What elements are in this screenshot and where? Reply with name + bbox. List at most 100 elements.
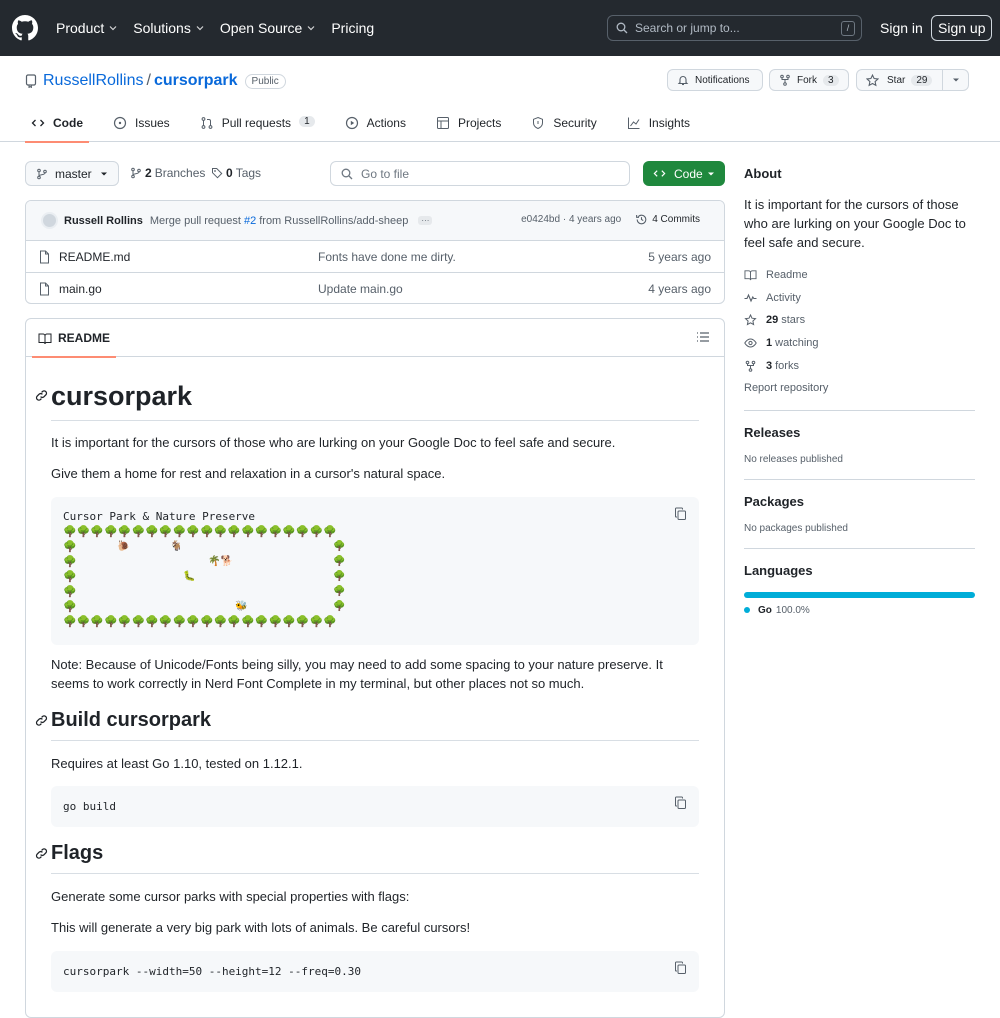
readme-tab[interactable]: README (31, 331, 117, 358)
packages-heading[interactable]: Packages (744, 494, 975, 509)
repo-tabs: Code Issues Pull requests 1 Actions Proje… (25, 112, 714, 143)
sign-up-button[interactable]: Sign up (931, 15, 993, 41)
git-pull-request-icon (200, 116, 214, 130)
copy-icon[interactable] (674, 796, 687, 810)
code-button-label: Code (674, 166, 703, 181)
commit-message-suffix[interactable]: from RussellRollins/add-sheep (259, 215, 408, 227)
tab-code[interactable]: Code (25, 112, 89, 143)
tab-actions[interactable]: Actions (339, 112, 412, 142)
sign-in-link[interactable]: Sign in (880, 20, 923, 36)
nav-solutions[interactable]: Solutions (133, 20, 205, 36)
watchers-link[interactable]: 1 watching (744, 332, 975, 355)
commit-message[interactable]: Merge pull request (150, 215, 241, 227)
book-icon (744, 269, 757, 281)
readme-link[interactable]: Readme (744, 264, 975, 287)
global-search-input[interactable]: Search or jump to... / (607, 15, 862, 41)
language-percent: 100.0% (775, 604, 810, 616)
book-icon (38, 332, 52, 345)
build-command: go build (63, 800, 116, 813)
park-title-line: Cursor Park & Nature Preserve (63, 510, 256, 523)
file-row[interactable]: main.go Update main.go 4 years ago (26, 273, 724, 303)
tab-security[interactable]: Security (525, 112, 602, 142)
park-border-bottom: 🌳🌳🌳🌳🌳🌳🌳🌳🌳🌳🌳🌳🌳🌳🌳🌳🌳🌳🌳🌳 (63, 615, 337, 628)
language-color-dot (744, 607, 750, 614)
flags-heading-text: Flags (51, 842, 104, 864)
tab-insights[interactable]: Insights (621, 112, 696, 142)
file-row[interactable]: README.md Fonts have done me dirty. 5 ye… (26, 241, 724, 273)
languages-heading: Languages (744, 562, 813, 578)
global-header: Product Solutions Open Source Pricing Se… (0, 0, 1000, 56)
commit-author-link[interactable]: Russell Rollins (64, 215, 143, 227)
tab-label: Projects (457, 116, 502, 130)
tab-label: Pull requests (221, 116, 292, 130)
file-icon (38, 282, 51, 296)
file-commit-message[interactable]: Update main.go (318, 282, 403, 296)
nav-pricing[interactable]: Pricing (331, 20, 374, 36)
copy-icon[interactable] (674, 507, 687, 521)
sidebar-divider (744, 409, 975, 411)
commit-sha-time[interactable]: e0424bd · 4 years ago (521, 214, 621, 225)
branch-select-button[interactable]: master (25, 161, 119, 186)
readme-paragraph: Requires at least Go 1.10, tested on 1.1… (51, 756, 303, 771)
forks-link[interactable]: 3 forks (744, 354, 975, 377)
releases-heading[interactable]: Releases (744, 425, 975, 440)
code-download-button[interactable]: Code (643, 161, 725, 186)
nav-open-source[interactable]: Open Source (220, 20, 317, 36)
readme-tab-label: README (58, 331, 111, 345)
file-name-link[interactable]: README.md (59, 250, 130, 264)
expand-commit-icon[interactable]: ··· (418, 216, 433, 225)
watching-label: watching (775, 337, 819, 350)
repo-owner-link[interactable]: RussellRollins (43, 72, 143, 90)
file-commit-age: 5 years ago (648, 249, 711, 264)
link-icon[interactable] (35, 714, 48, 727)
tab-pull-requests[interactable]: Pull requests 1 (194, 112, 321, 142)
main-nav: Product Solutions Open Source Pricing (56, 20, 389, 36)
code-icon (31, 116, 45, 130)
tab-projects[interactable]: Projects (430, 112, 507, 142)
tab-issues[interactable]: Issues (107, 112, 176, 142)
tab-label: Actions (366, 116, 406, 130)
branch-name: master (55, 166, 92, 181)
report-repository-link[interactable]: Report repository (744, 377, 975, 400)
park-row: 🌳 🐝 🌳 (63, 600, 346, 613)
park-row: 🌳 🌳 (63, 585, 346, 598)
notifications-button[interactable]: Notifications (667, 69, 763, 91)
language-name: Go (758, 604, 772, 616)
go-to-file-input[interactable]: Go to file (330, 161, 630, 186)
link-icon[interactable] (35, 847, 48, 860)
star-dropdown-button[interactable] (942, 69, 969, 91)
search-icon (341, 168, 353, 180)
activity-link[interactable]: Activity (744, 287, 975, 310)
branches-link[interactable]: 2 Branches (130, 166, 205, 180)
nav-label: Pricing (331, 20, 375, 36)
watching-count: 1 (766, 337, 773, 350)
commits-history-link[interactable]: 4 Commits (635, 213, 700, 226)
git-branch-icon (36, 168, 48, 180)
stars-link[interactable]: 29 stars (744, 309, 975, 332)
link-icon[interactable] (35, 389, 48, 402)
language-go[interactable]: Go 100.0% (744, 605, 975, 616)
packages-empty: No packages published (744, 522, 848, 534)
releases-empty: No releases published (744, 453, 843, 465)
fork-button[interactable]: Fork 3 (769, 69, 849, 91)
github-logo-icon[interactable] (12, 15, 38, 41)
pulse-icon (744, 292, 757, 304)
repo-name-link[interactable]: cursorpark (154, 72, 238, 90)
readme-header: README (26, 319, 724, 358)
visibility-badge: Public (244, 73, 286, 89)
tab-label: Security (553, 116, 597, 130)
table-of-contents-icon[interactable] (696, 331, 710, 343)
nav-product[interactable]: Product (56, 20, 118, 36)
table-icon (436, 116, 450, 130)
star-button[interactable]: Star 29 (856, 69, 943, 91)
author-avatar[interactable] (41, 212, 58, 229)
tags-link[interactable]: 0 Tags (211, 166, 261, 180)
file-name-link[interactable]: main.go (59, 282, 102, 296)
park-code-block: Cursor Park & Nature Preserve 🌳🌳🌳🌳🌳🌳🌳🌳🌳🌳… (51, 497, 699, 645)
park-row: 🌳 🐌 🐐 🌳 (63, 540, 346, 553)
copy-icon[interactable] (674, 961, 687, 975)
search-shortcut-key: / (841, 21, 855, 36)
commit-pr-link[interactable]: #2 (244, 215, 256, 227)
file-commit-message[interactable]: Fonts have done me dirty. (318, 250, 456, 264)
triangle-down-icon (707, 171, 715, 177)
